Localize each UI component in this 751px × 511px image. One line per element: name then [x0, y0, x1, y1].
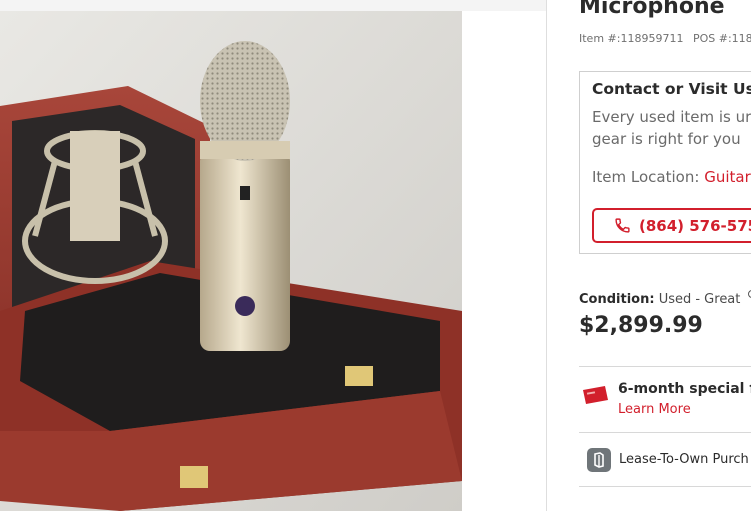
divider-lease-bottom [579, 486, 751, 487]
condition-value: Used - Great [658, 292, 741, 307]
contact-description-line2: gear is right for you [592, 130, 741, 148]
pos-number: POS #:11895 [692, 32, 751, 45]
item-location-label: Item Location: [592, 168, 700, 186]
contact-description-line1: Every used item is ur [592, 108, 751, 126]
financing-title: 6-month special fir [618, 381, 751, 397]
product-page: Microphone Item #:118959711 POS #:11895 … [0, 0, 751, 511]
item-identifiers: Item #:118959711 POS #:11895 [579, 32, 751, 45]
column-divider [546, 0, 547, 511]
lease-icon [587, 448, 611, 472]
contact-heading: Contact or Visit Us f [592, 80, 751, 98]
credit-card-icon [583, 386, 608, 404]
divider-lease-top [579, 432, 751, 433]
phone-number: (864) 576-5758 [639, 216, 751, 235]
item-location-link[interactable]: Guitar [704, 168, 751, 186]
item-number: Item #:118959711 [579, 32, 684, 45]
product-photo[interactable] [0, 11, 462, 511]
product-title: Microphone [579, 0, 725, 19]
item-location: Item Location: Guitar [592, 168, 751, 186]
condition-label: Condition: [579, 292, 655, 307]
phone-icon [615, 218, 630, 233]
learn-more-link[interactable]: Learn More [618, 402, 691, 417]
price: $2,899.99 [579, 313, 703, 338]
phone-button[interactable]: (864) 576-5758 [592, 208, 751, 243]
top-strip [0, 0, 546, 11]
divider-financing-top [579, 366, 751, 367]
condition-row: Condition: Used - Great [579, 292, 740, 307]
contact-description: Every used item is ur gear is right for … [592, 106, 751, 150]
microphone-photo-illustration [0, 11, 462, 511]
contact-panel: Contact or Visit Us f Every used item is… [579, 71, 751, 254]
lease-to-own-text[interactable]: Lease-To-Own Purch [619, 452, 749, 467]
